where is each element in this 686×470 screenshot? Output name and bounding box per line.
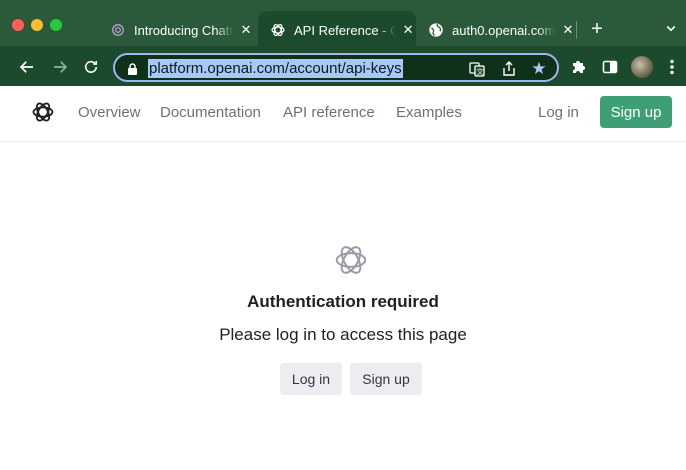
close-icon[interactable]: ✕ [400,22,416,38]
tab-search-chevron-down-icon[interactable] [662,19,680,37]
openai-logo-icon[interactable] [31,100,55,124]
close-icon[interactable]: ✕ [238,22,254,38]
tab-auth0[interactable]: auth0.openai.com ✕ [428,11,576,49]
url-text[interactable]: platform.openai.com/account/api-keys [148,59,403,78]
auth-required-message: Please log in to access this page [219,325,467,344]
signup-button[interactable]: Sign up [350,363,422,395]
forward-arrow-icon[interactable] [49,56,71,78]
new-tab-button[interactable]: + [586,18,608,40]
more-vertical-icon[interactable] [662,57,682,77]
login-button[interactable]: Log in [280,363,342,395]
header-login-link[interactable]: Log in [538,104,579,121]
tab-title: API Reference - OpenAI [294,22,397,38]
side-panel-icon[interactable] [600,57,620,77]
tab-separator [576,21,577,39]
tab-introducing-chatgpt[interactable]: Introducing ChatG ✕ [110,11,258,49]
globe-icon [428,22,444,38]
tab-title: auth0.openai.com [452,22,556,38]
window-minimize-button[interactable] [31,19,43,31]
reload-icon[interactable] [80,56,102,78]
nav-examples-link[interactable]: Examples [396,104,462,121]
nav-documentation-link[interactable]: Documentation [160,104,261,121]
auth-required-heading: Authentication required [247,292,439,311]
openai-logo-icon [333,242,369,278]
translate-icon[interactable]: 文 [468,60,486,78]
nav-overview-link[interactable]: Overview [78,104,141,121]
address-bar[interactable]: platform.openai.com/account/api-keys 文 ★ [113,53,559,82]
window-close-button[interactable] [12,19,24,31]
close-icon[interactable]: ✕ [560,22,576,38]
site-header: Overview Documentation API reference Exa… [0,86,686,142]
openai-icon [270,22,286,38]
tab-api-reference[interactable]: API Reference - OpenAI ✕ [258,11,416,49]
extensions-puzzle-icon[interactable] [568,57,588,77]
tab-title: Introducing ChatG [134,22,234,38]
nav-api-reference-link[interactable]: API reference [283,104,375,121]
bookmark-star-icon[interactable]: ★ [530,59,548,78]
header-signup-button[interactable]: Sign up [600,96,672,128]
window-zoom-button[interactable] [50,19,62,31]
browser-tab-bar: Introducing ChatG ✕ API Reference - Open… [0,0,686,49]
profile-avatar[interactable] [631,56,653,78]
lock-icon[interactable] [127,62,138,75]
browser-toolbar: platform.openai.com/account/api-keys 文 ★ [0,49,686,86]
svg-text:文: 文 [477,67,484,76]
back-arrow-icon[interactable] [16,56,38,78]
openai-purple-icon [110,22,126,38]
share-icon[interactable] [500,60,518,78]
